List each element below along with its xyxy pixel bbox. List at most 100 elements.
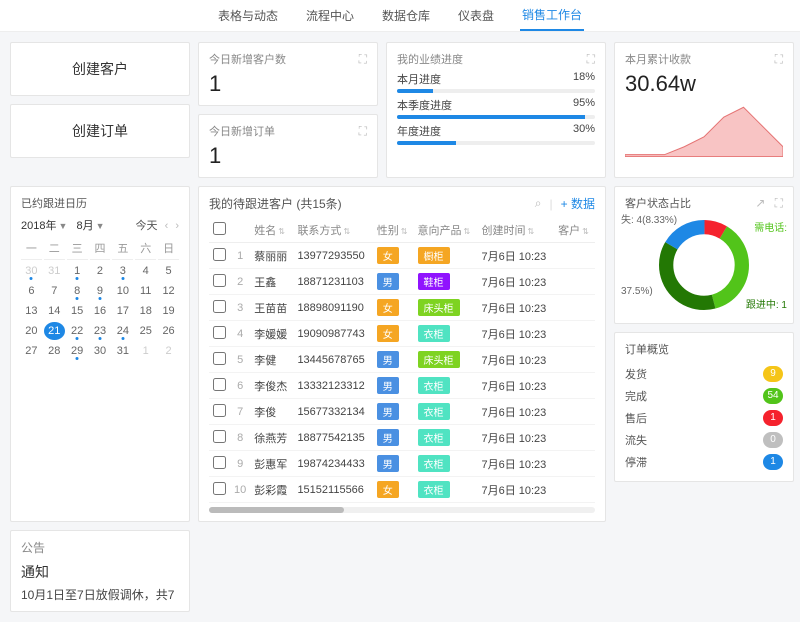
month-select[interactable]: 8月▼ <box>76 220 104 232</box>
column-header[interactable]: 客户⇅ <box>554 218 595 243</box>
calendar-day[interactable]: 5 <box>158 262 179 280</box>
table-row[interactable]: 1 蔡丽丽 13977293550 女 橱柜 7月6日 10:23 <box>209 243 595 269</box>
nav-tab[interactable]: 销售工作台 <box>520 0 584 31</box>
calendar-day[interactable]: 23 <box>90 322 111 340</box>
calendar-day[interactable]: 29 <box>67 342 88 360</box>
calendar-day[interactable]: 1 <box>67 262 88 280</box>
table-row[interactable]: 5 李健 13445678765 男 床头柜 7月6日 10:23 <box>209 347 595 373</box>
order-row[interactable]: 售后1 <box>625 407 783 429</box>
expand-icon[interactable]: ⛶ <box>775 52 783 67</box>
sort-icon[interactable]: ⇅ <box>582 227 589 236</box>
calendar-day[interactable]: 28 <box>44 342 65 360</box>
calendar-day[interactable]: 16 <box>90 302 111 320</box>
calendar-day[interactable]: 22 <box>67 322 88 340</box>
open-icon[interactable]: ↗ <box>755 196 765 210</box>
column-header[interactable]: 性别⇅ <box>373 218 414 243</box>
next-month-icon[interactable]: › <box>175 220 179 232</box>
new-customers-value: 1 <box>209 71 367 97</box>
row-checkbox[interactable] <box>213 326 226 339</box>
expand-icon[interactable]: ⛶ <box>359 124 367 139</box>
calendar-day[interactable]: 15 <box>67 302 88 320</box>
sort-icon[interactable]: ⇅ <box>401 227 408 236</box>
prev-month-icon[interactable]: ‹ <box>165 220 169 232</box>
table-row[interactable]: 2 王鑫 18871231103 男 鞋柜 7月6日 10:23 <box>209 269 595 295</box>
revenue-value: 30.64w <box>625 71 783 97</box>
row-checkbox[interactable] <box>213 352 226 365</box>
sort-icon[interactable]: ⇅ <box>343 227 350 236</box>
calendar-day[interactable]: 30 <box>21 262 42 280</box>
calendar-day[interactable]: 14 <box>44 302 65 320</box>
year-select[interactable]: 2018年▼ <box>21 220 67 232</box>
calendar-day[interactable]: 11 <box>135 282 156 300</box>
cell-phone: 19090987743 <box>293 321 372 347</box>
calendar-day[interactable]: 4 <box>135 262 156 280</box>
calendar-day[interactable]: 8 <box>67 282 88 300</box>
sort-icon[interactable]: ⇅ <box>527 227 534 236</box>
sort-icon[interactable]: ⇅ <box>464 227 471 236</box>
search-icon[interactable]: ⌕ <box>535 196 542 211</box>
calendar-day[interactable]: 2 <box>158 342 179 360</box>
order-row[interactable]: 停滞1 <box>625 451 783 473</box>
calendar-day[interactable]: 13 <box>21 302 42 320</box>
calendar-day[interactable]: 10 <box>112 282 133 300</box>
table-row[interactable]: 10 彭彩霞 15152115566 女 衣柜 7月6日 10:23 <box>209 477 595 503</box>
row-checkbox[interactable] <box>213 300 226 313</box>
column-header[interactable]: 联系方式⇅ <box>293 218 372 243</box>
add-data-button[interactable]: + 数据 <box>561 195 595 212</box>
row-checkbox[interactable] <box>213 274 226 287</box>
expand-icon[interactable]: ⛶ <box>359 52 367 67</box>
order-row[interactable]: 流失0 <box>625 429 783 451</box>
table-row[interactable]: 3 王苗苗 18898091190 女 床头柜 7月6日 10:23 <box>209 295 595 321</box>
row-checkbox[interactable] <box>213 404 226 417</box>
calendar-day[interactable]: 9 <box>90 282 111 300</box>
calendar-day[interactable]: 19 <box>158 302 179 320</box>
calendar-day[interactable]: 21 <box>44 322 65 340</box>
calendar-day[interactable]: 24 <box>112 322 133 340</box>
calendar-day[interactable]: 27 <box>21 342 42 360</box>
column-header[interactable]: 创建时间⇅ <box>477 218 554 243</box>
calendar-day[interactable]: 1 <box>135 342 156 360</box>
row-checkbox[interactable] <box>213 378 226 391</box>
calendar-day[interactable]: 6 <box>21 282 42 300</box>
calendar-day[interactable]: 26 <box>158 322 179 340</box>
cell-sex: 男 <box>373 451 414 477</box>
calendar-day[interactable]: 31 <box>44 262 65 280</box>
calendar-day[interactable]: 7 <box>44 282 65 300</box>
column-header[interactable]: 姓名⇅ <box>250 218 293 243</box>
table-row[interactable]: 6 李俊杰 13332123312 男 衣柜 7月6日 10:23 <box>209 373 595 399</box>
table-row[interactable]: 4 李媛媛 19090987743 女 衣柜 7月6日 10:23 <box>209 321 595 347</box>
table-row[interactable]: 8 徐燕芳 18877542135 男 衣柜 7月6日 10:23 <box>209 425 595 451</box>
row-checkbox[interactable] <box>213 482 226 495</box>
column-header[interactable]: 意向产品⇅ <box>414 218 478 243</box>
order-row[interactable]: 完成54 <box>625 385 783 407</box>
calendar-day[interactable]: 17 <box>112 302 133 320</box>
calendar-day[interactable]: 18 <box>135 302 156 320</box>
calendar-day[interactable]: 25 <box>135 322 156 340</box>
row-checkbox[interactable] <box>213 456 226 469</box>
sort-icon[interactable]: ⇅ <box>278 227 285 236</box>
create-order-button[interactable]: 创建订单 <box>10 104 190 158</box>
calendar-day[interactable]: 20 <box>21 322 42 340</box>
nav-tab[interactable]: 仪表盘 <box>456 1 496 30</box>
calendar-day[interactable]: 30 <box>90 342 111 360</box>
calendar-day[interactable]: 12 <box>158 282 179 300</box>
calendar-day[interactable]: 2 <box>90 262 111 280</box>
row-checkbox[interactable] <box>213 248 226 261</box>
order-row[interactable]: 发货9 <box>625 363 783 385</box>
calendar-day[interactable]: 31 <box>112 342 133 360</box>
table-row[interactable]: 9 彭惠军 19874234433 男 衣柜 7月6日 10:23 <box>209 451 595 477</box>
today-button[interactable]: 今天 <box>136 220 158 232</box>
expand-icon[interactable]: ⛶ <box>775 196 783 210</box>
nav-tab[interactable]: 表格与动态 <box>216 1 280 30</box>
new-orders-card: 今日新增订单 ⛶ 1 <box>198 114 378 178</box>
create-customer-button[interactable]: 创建客户 <box>10 42 190 96</box>
cell-sex: 女 <box>373 295 414 321</box>
select-all-checkbox[interactable] <box>213 222 226 235</box>
table-row[interactable]: 7 李俊 15677332134 男 衣柜 7月6日 10:23 <box>209 399 595 425</box>
row-checkbox[interactable] <box>213 430 226 443</box>
expand-icon[interactable]: ⛶ <box>587 52 595 67</box>
horizontal-scrollbar[interactable] <box>209 507 595 513</box>
calendar-day[interactable]: 3 <box>112 262 133 280</box>
nav-tab[interactable]: 数据仓库 <box>380 1 432 30</box>
nav-tab[interactable]: 流程中心 <box>304 1 356 30</box>
